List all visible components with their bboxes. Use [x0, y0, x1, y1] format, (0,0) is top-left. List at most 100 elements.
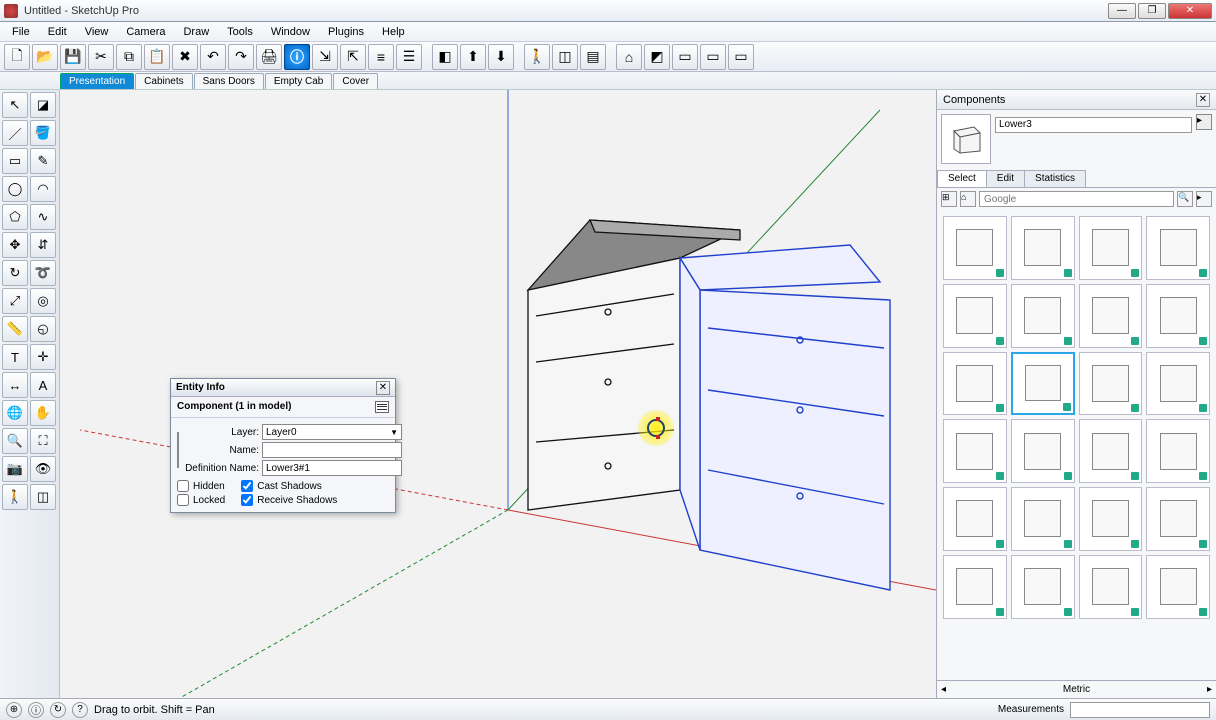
polygon-icon[interactable]: ⬠: [2, 204, 28, 230]
component-thumbnail[interactable]: [1079, 419, 1143, 483]
walkthrough-icon[interactable]: 🚶: [2, 484, 28, 510]
credits-icon[interactable]: ⓘ: [28, 702, 44, 718]
scale-icon[interactable]: ⤢: [2, 288, 28, 314]
component-thumbnail[interactable]: [1146, 555, 1210, 619]
definition-input[interactable]: [262, 460, 402, 476]
component-thumbnail[interactable]: [1146, 216, 1210, 280]
tab-cover[interactable]: Cover: [333, 73, 378, 89]
layers-icon[interactable]: ≡: [368, 44, 394, 70]
redo-icon[interactable]: ↷: [228, 44, 254, 70]
component-thumbnail[interactable]: [943, 487, 1007, 551]
menu-help[interactable]: Help: [374, 24, 413, 40]
receive-shadows-checkbox[interactable]: [241, 494, 253, 506]
component-search-input[interactable]: [979, 191, 1174, 207]
pushpull-icon[interactable]: ⇵: [30, 232, 56, 258]
menu-plugins[interactable]: Plugins: [320, 24, 372, 40]
select-icon[interactable]: ↖: [2, 92, 28, 118]
component-up-icon[interactable]: ⬆: [460, 44, 486, 70]
tab-select[interactable]: Select: [937, 170, 987, 187]
entity-info-close-button[interactable]: ✕: [376, 381, 390, 395]
menu-draw[interactable]: Draw: [175, 24, 217, 40]
open-icon[interactable]: 📂: [32, 44, 58, 70]
outliner-icon[interactable]: ☰: [396, 44, 422, 70]
component-thumbnail[interactable]: [1146, 284, 1210, 348]
front-icon[interactable]: ▭: [700, 44, 726, 70]
component-thumbnail[interactable]: [1079, 352, 1143, 416]
name-input[interactable]: [262, 442, 402, 458]
entity-info-title-bar[interactable]: Entity Info ✕: [171, 379, 395, 397]
component-thumbnail[interactable]: [1011, 487, 1075, 551]
tab-presentation[interactable]: Presentation: [60, 73, 134, 89]
new-icon[interactable]: 🗋: [4, 44, 30, 70]
components-panel-close-button[interactable]: ✕: [1196, 93, 1210, 107]
component-thumbnail[interactable]: [1011, 555, 1075, 619]
component-thumbnail[interactable]: [1146, 419, 1210, 483]
import-icon[interactable]: ⇲: [312, 44, 338, 70]
component-thumbnail[interactable]: [943, 419, 1007, 483]
rotate-icon[interactable]: ↻: [2, 260, 28, 286]
component-thumbnail[interactable]: [1079, 216, 1143, 280]
component-thumbnail[interactable]: [1079, 487, 1143, 551]
search-button[interactable]: 🔍: [1177, 191, 1193, 207]
pan-icon[interactable]: ✋: [30, 400, 56, 426]
paste-icon[interactable]: 📋: [144, 44, 170, 70]
component-menu-button[interactable]: ▸: [1196, 114, 1212, 130]
component-thumbnail[interactable]: [1079, 555, 1143, 619]
dimension-icon[interactable]: ↔: [2, 372, 28, 398]
minimize-button[interactable]: ―: [1108, 3, 1136, 19]
viewport-3d[interactable]: Entity Info ✕ Component (1 in model) Lay…: [60, 90, 936, 698]
move-icon[interactable]: ✥: [2, 232, 28, 258]
rect-icon[interactable]: ▭: [2, 148, 28, 174]
locked-checkbox[interactable]: [177, 494, 189, 506]
menu-file[interactable]: File: [4, 24, 38, 40]
component-thumbnail[interactable]: [943, 555, 1007, 619]
component-make-icon[interactable]: ◧: [432, 44, 458, 70]
component-thumbnail[interactable]: [1011, 216, 1075, 280]
zoom-extents-icon[interactable]: ⛶: [30, 428, 56, 454]
components-panel-title-bar[interactable]: Components ✕: [937, 90, 1216, 110]
menu-window[interactable]: Window: [263, 24, 318, 40]
position-camera-icon[interactable]: 📷: [2, 456, 28, 482]
eraser-icon[interactable]: ◪: [30, 92, 56, 118]
component-thumbnail[interactable]: [1011, 284, 1075, 348]
info-icon[interactable]: ⓘ: [284, 44, 310, 70]
geo-location-icon[interactable]: ⊕: [6, 702, 22, 718]
section-icon[interactable]: ◫: [552, 44, 578, 70]
walk-icon[interactable]: 🚶: [524, 44, 550, 70]
component-name-input[interactable]: [995, 117, 1192, 133]
menu-edit[interactable]: Edit: [40, 24, 75, 40]
component-down-icon[interactable]: ⬇: [488, 44, 514, 70]
tab-cabinets[interactable]: Cabinets: [135, 73, 192, 89]
maximize-button[interactable]: ❐: [1138, 3, 1166, 19]
tab-sans-doors[interactable]: Sans Doors: [194, 73, 264, 89]
protractor-icon[interactable]: ◵: [30, 316, 56, 342]
circle-icon[interactable]: ◯: [2, 176, 28, 202]
search-next-button[interactable]: ▸: [1196, 191, 1212, 207]
look-around-icon[interactable]: 👁: [30, 456, 56, 482]
iso-icon[interactable]: ◩: [644, 44, 670, 70]
component-thumbnail[interactable]: [943, 352, 1007, 416]
right-icon[interactable]: ▭: [728, 44, 754, 70]
copy-icon[interactable]: ⧉: [116, 44, 142, 70]
print-icon[interactable]: 🖨: [256, 44, 282, 70]
axes-icon[interactable]: ✛: [30, 344, 56, 370]
followme-icon[interactable]: ➰: [30, 260, 56, 286]
cast-shadows-checkbox[interactable]: [241, 480, 253, 492]
nav-next-button[interactable]: ▸: [1207, 684, 1212, 695]
pencil-icon[interactable]: ✎: [30, 148, 56, 174]
freehand-icon[interactable]: ∿: [30, 204, 56, 230]
sync-icon[interactable]: ↻: [50, 702, 66, 718]
view-mode-button[interactable]: ⊞: [941, 191, 957, 207]
component-thumbnail[interactable]: [1011, 419, 1075, 483]
material-swatch[interactable]: [177, 432, 179, 468]
nav-prev-button[interactable]: ◂: [941, 684, 946, 695]
arc-icon[interactable]: ◠: [30, 176, 56, 202]
component-thumbnail[interactable]: [1146, 487, 1210, 551]
component-thumbnail[interactable]: [1079, 284, 1143, 348]
tab-empty-cab[interactable]: Empty Cab: [265, 73, 332, 89]
section-plane-icon[interactable]: ◫: [30, 484, 56, 510]
house-icon[interactable]: ⌂: [616, 44, 642, 70]
delete-icon[interactable]: ✖: [172, 44, 198, 70]
measurements-input[interactable]: [1070, 702, 1210, 718]
cut-icon[interactable]: ✂: [88, 44, 114, 70]
